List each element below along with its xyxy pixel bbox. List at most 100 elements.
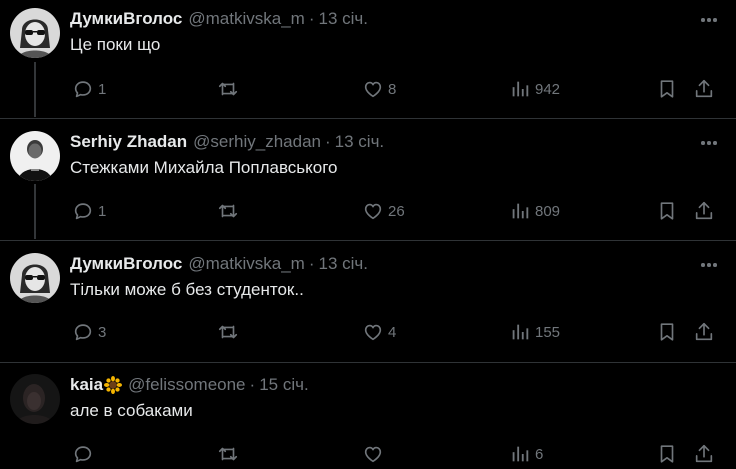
bookmark-icon — [660, 80, 674, 98]
views-button[interactable]: 809 — [509, 198, 560, 224]
author-name[interactable]: ДумкиВголос — [70, 9, 182, 29]
tweet-header: ДумкиВголос @matkivska_m · 13 січ. — [70, 8, 368, 30]
like-button[interactable]: 8 — [362, 76, 396, 102]
timestamp[interactable]: 13 січ. — [319, 254, 369, 274]
reply-button[interactable]: 1 — [72, 76, 106, 102]
tweet-separator — [0, 362, 736, 363]
like-count: 8 — [388, 80, 397, 98]
bookmark-button[interactable] — [656, 76, 678, 102]
view-count: 155 — [535, 323, 561, 341]
views-icon — [512, 203, 529, 219]
views-button[interactable]: 942 — [509, 76, 560, 102]
tweet[interactable]: ДумкиВголос @matkivska_m · 13 січ. Тільк… — [0, 253, 736, 353]
tweet-header: ДумкиВголос @matkivska_m · 13 січ. — [70, 253, 368, 275]
separator-dot: · — [249, 375, 256, 394]
like-button[interactable]: 4 — [362, 319, 396, 345]
author-name[interactable]: Serhiy Zhadan — [70, 132, 187, 152]
views-button[interactable]: 6 — [509, 441, 543, 467]
reply-count: 1 — [98, 202, 107, 220]
share-button[interactable] — [693, 441, 715, 467]
action-bar: 1 26 809 — [0, 198, 736, 224]
avatar[interactable] — [10, 131, 60, 181]
reply-button[interactable] — [72, 441, 98, 467]
tweet-text: але в собаками — [70, 401, 193, 420]
avatar[interactable] — [10, 374, 60, 424]
like-icon — [364, 81, 382, 98]
reply-icon — [74, 81, 92, 98]
retweet-icon — [218, 204, 238, 218]
view-count: 942 — [535, 80, 561, 98]
like-count: 26 — [388, 202, 405, 220]
retweet-button[interactable] — [217, 441, 243, 467]
like-count: 4 — [388, 323, 397, 341]
tweet[interactable]: kaia @felissomeone · 15 січ. але в собак… — [0, 374, 736, 469]
more-icon[interactable] — [697, 10, 721, 30]
avatar[interactable] — [10, 253, 60, 303]
reply-icon — [74, 203, 92, 220]
like-button[interactable]: 26 — [362, 198, 405, 224]
author-handle[interactable]: @felissomeone — [128, 375, 245, 395]
tweet-separator — [0, 240, 736, 241]
retweet-icon — [218, 325, 238, 339]
views-icon — [512, 81, 529, 97]
views-icon — [512, 324, 529, 340]
reply-button[interactable]: 1 — [72, 198, 106, 224]
tweet-header: kaia @felissomeone · 15 січ. — [70, 374, 309, 396]
share-icon — [695, 201, 713, 220]
like-icon — [364, 446, 382, 463]
tweet-text: Тільки може б без студенток.. — [70, 280, 304, 299]
tweet-text: Це поки що — [70, 35, 161, 54]
retweet-button[interactable] — [217, 76, 243, 102]
retweet-button[interactable] — [217, 198, 243, 224]
bookmark-button[interactable] — [656, 198, 678, 224]
reply-count: 1 — [98, 80, 107, 98]
share-icon — [695, 79, 713, 98]
timestamp[interactable]: 13 січ. — [319, 9, 369, 29]
share-icon — [695, 444, 713, 463]
like-icon — [364, 203, 382, 220]
share-button[interactable] — [693, 198, 715, 224]
tweet[interactable]: Serhiy Zhadan @serhiy_zhadan · 13 січ. С… — [0, 131, 736, 231]
bookmark-icon — [660, 323, 674, 341]
bookmark-icon — [660, 202, 674, 220]
bookmark-icon — [660, 445, 674, 463]
more-icon[interactable] — [697, 133, 721, 153]
separator-dot: · — [308, 9, 315, 28]
sunflower-emoji — [104, 376, 123, 394]
author-handle[interactable]: @serhiy_zhadan — [193, 132, 321, 152]
tweet[interactable]: ДумкиВголос @matkivska_m · 13 січ. Це по… — [0, 8, 736, 108]
timestamp[interactable]: 13 січ. — [335, 132, 385, 152]
like-button[interactable] — [362, 441, 388, 467]
share-button[interactable] — [693, 319, 715, 345]
views-icon — [512, 446, 529, 462]
action-bar: 1 8 942 — [0, 76, 736, 102]
retweet-icon — [218, 82, 238, 96]
author-name[interactable]: ДумкиВголос — [70, 254, 182, 274]
separator-dot: · — [308, 254, 315, 273]
tweet-separator — [0, 118, 736, 119]
avatar[interactable] — [10, 8, 60, 58]
reply-icon — [74, 446, 92, 463]
timestamp[interactable]: 15 січ. — [259, 375, 309, 395]
more-icon[interactable] — [697, 255, 721, 275]
view-count: 6 — [535, 445, 544, 463]
action-bar: 3 4 155 — [0, 319, 736, 345]
reply-count: 3 — [98, 323, 107, 341]
tweet-text: Стежками Михайла Поплавського — [70, 158, 338, 177]
share-icon — [695, 322, 713, 341]
like-icon — [364, 324, 382, 341]
author-name[interactable]: kaia — [70, 375, 103, 395]
share-button[interactable] — [693, 76, 715, 102]
reply-button[interactable]: 3 — [72, 319, 106, 345]
views-button[interactable]: 155 — [509, 319, 560, 345]
retweet-icon — [218, 447, 238, 461]
reply-icon — [74, 324, 92, 341]
separator-dot: · — [324, 132, 331, 151]
author-handle[interactable]: @matkivska_m — [188, 254, 304, 274]
bookmark-button[interactable] — [656, 441, 678, 467]
action-bar: 6 — [0, 441, 736, 467]
tweet-header: Serhiy Zhadan @serhiy_zhadan · 13 січ. — [70, 131, 384, 153]
author-handle[interactable]: @matkivska_m — [188, 9, 304, 29]
bookmark-button[interactable] — [656, 319, 678, 345]
retweet-button[interactable] — [217, 319, 243, 345]
